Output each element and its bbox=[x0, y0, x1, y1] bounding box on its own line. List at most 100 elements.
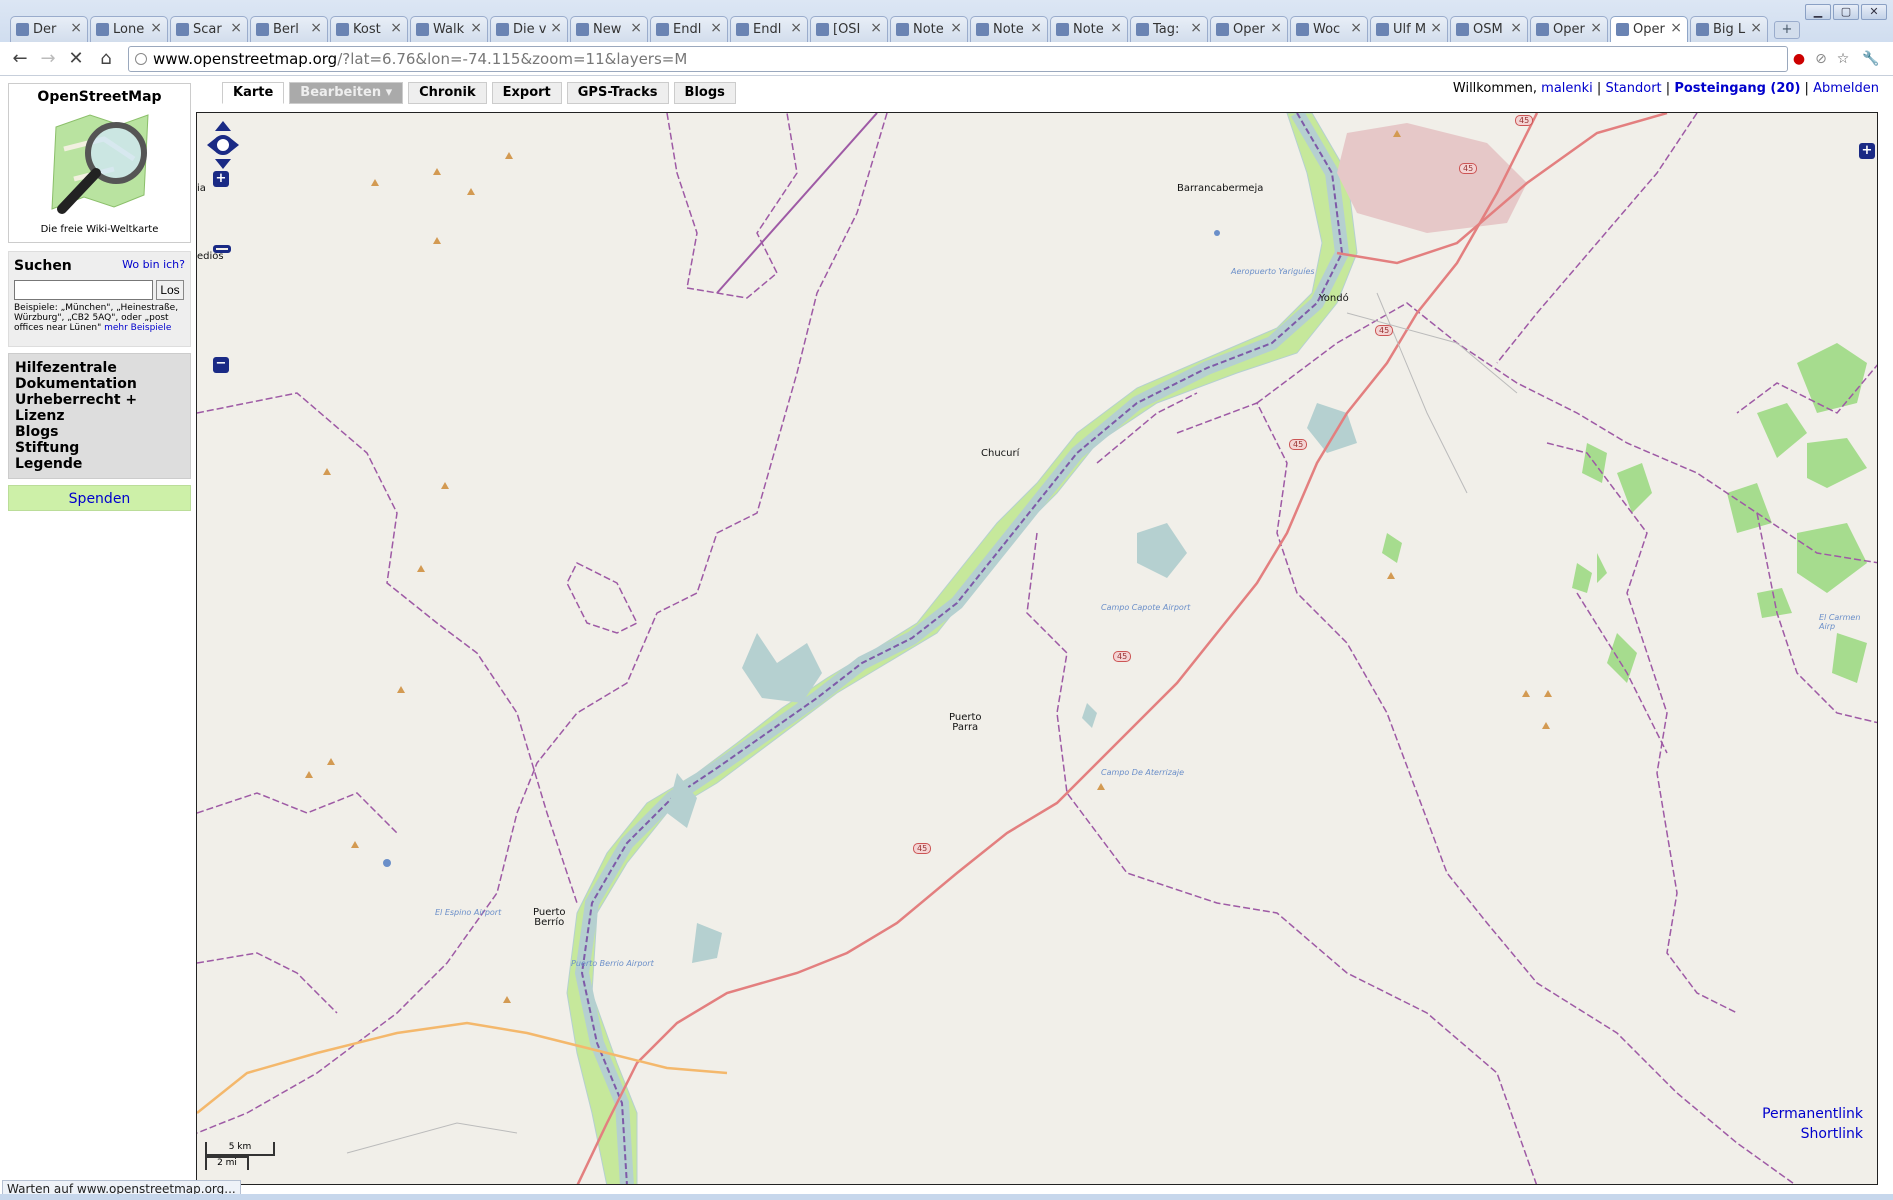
browser-tab[interactable]: Endl × bbox=[650, 16, 728, 42]
browser-tab[interactable]: Note × bbox=[1050, 16, 1128, 42]
tab-close-icon[interactable]: × bbox=[710, 20, 722, 36]
tab-close-icon[interactable]: × bbox=[1110, 20, 1122, 36]
permalink-link[interactable]: Permanentlink bbox=[1762, 1104, 1863, 1124]
shortlink-link[interactable]: Shortlink bbox=[1762, 1124, 1863, 1144]
tab-chronik[interactable]: Chronik bbox=[408, 82, 487, 104]
browser-tab[interactable]: Oper × bbox=[1530, 16, 1608, 42]
tab-close-icon[interactable]: × bbox=[1670, 20, 1682, 36]
sidebar-link[interactable]: Dokumentation bbox=[15, 376, 184, 392]
browser-tab[interactable]: [OSI × bbox=[810, 16, 888, 42]
browser-tab[interactable]: Note × bbox=[970, 16, 1048, 42]
browser-tab[interactable]: Oper × bbox=[1610, 16, 1688, 42]
tab-label: Die v bbox=[513, 22, 547, 37]
logo-subtitle: Die freie Wiki-Weltkarte bbox=[40, 224, 159, 235]
logo-box[interactable]: OpenStreetMap Die freie Wiki-Weltkarte bbox=[8, 83, 191, 243]
welcome-text: Willkommen, bbox=[1452, 81, 1538, 96]
browser-tab[interactable]: Ulf M × bbox=[1370, 16, 1448, 42]
sidebar-link[interactable]: Urheberrecht + Lizenz bbox=[15, 392, 184, 424]
tab-close-icon[interactable]: × bbox=[1270, 20, 1282, 36]
browser-tab[interactable]: Note × bbox=[890, 16, 968, 42]
wrench-icon[interactable]: 🔧 bbox=[1862, 50, 1880, 68]
tab-close-icon[interactable]: × bbox=[390, 20, 402, 36]
inbox-link[interactable]: Posteingang (20) bbox=[1674, 81, 1800, 96]
tab-favicon-icon bbox=[1376, 23, 1389, 36]
tab-blogs[interactable]: Blogs bbox=[673, 82, 736, 104]
tab-close-icon[interactable]: × bbox=[1750, 20, 1762, 36]
back-icon[interactable]: ← bbox=[8, 47, 32, 71]
browser-tab[interactable]: New × bbox=[570, 16, 648, 42]
browser-tab[interactable]: Lone × bbox=[90, 16, 168, 42]
search-button[interactable]: Los bbox=[156, 280, 184, 300]
tab-bearbeiten[interactable]: Bearbeiten ▾ bbox=[289, 82, 404, 104]
browser-tab[interactable]: Walk × bbox=[410, 16, 488, 42]
tab-karte[interactable]: Karte bbox=[222, 82, 285, 104]
airport-espino: El Espino Airport bbox=[435, 908, 502, 917]
zoom-in-icon[interactable]: + bbox=[213, 171, 229, 187]
tab-close-icon[interactable]: × bbox=[1350, 20, 1362, 36]
browser-tab[interactable]: Oper × bbox=[1210, 16, 1288, 42]
place-puerto-berrio-line2: Berrío bbox=[534, 917, 565, 928]
logout-link[interactable]: Abmelden bbox=[1813, 81, 1879, 96]
tab-close-icon[interactable]: × bbox=[470, 20, 482, 36]
tab-close-icon[interactable]: × bbox=[1190, 20, 1202, 36]
browser-tab[interactable]: Der × bbox=[10, 16, 88, 42]
tab-close-icon[interactable]: × bbox=[70, 20, 82, 36]
zoom-slider-icon[interactable] bbox=[213, 245, 231, 253]
sidebar-link[interactable]: Legende bbox=[15, 456, 184, 472]
where-am-i-link[interactable]: Wo bin ich? bbox=[122, 258, 185, 274]
window-controls: ▁ ▢ ✕ bbox=[1805, 4, 1887, 20]
browser-tab[interactable]: Big L × bbox=[1690, 16, 1768, 42]
sidebar-link[interactable]: Blogs bbox=[15, 424, 184, 440]
tab-close-icon[interactable]: × bbox=[870, 20, 882, 36]
sidebar-link[interactable]: Stiftung bbox=[15, 440, 184, 456]
tab-close-icon[interactable]: × bbox=[230, 20, 242, 36]
tab-close-icon[interactable]: × bbox=[150, 20, 162, 36]
tab-close-icon[interactable]: × bbox=[1510, 20, 1522, 36]
tab-label: Note bbox=[1073, 22, 1104, 37]
sidebar-link[interactable]: Hilfezentrale bbox=[15, 360, 184, 376]
tab-close-icon[interactable]: × bbox=[790, 20, 802, 36]
user-link[interactable]: malenki bbox=[1541, 81, 1593, 96]
map-canvas[interactable]: 45 45 45 45 45 45 Barrancabermeja Yondó Chucu… bbox=[196, 112, 1878, 1185]
tab-export[interactable]: Export bbox=[491, 82, 562, 104]
forward-icon[interactable]: → bbox=[36, 47, 60, 71]
tab-gps-tracks[interactable]: GPS-Tracks bbox=[566, 82, 669, 104]
new-tab-button[interactable]: + bbox=[1774, 21, 1800, 39]
tab-close-icon[interactable]: × bbox=[1030, 20, 1042, 36]
tab-favicon-icon bbox=[96, 23, 109, 36]
home-icon[interactable]: ⌂ bbox=[94, 47, 118, 71]
browser-tab[interactable]: Berl × bbox=[250, 16, 328, 42]
bookmark-star-icon[interactable]: ☆ bbox=[1834, 50, 1852, 68]
browser-tab[interactable]: Woc × bbox=[1290, 16, 1368, 42]
browser-tab[interactable]: Endl × bbox=[730, 16, 808, 42]
tab-close-icon[interactable]: × bbox=[310, 20, 322, 36]
browser-tab[interactable]: Scar × bbox=[170, 16, 248, 42]
tab-close-icon[interactable]: × bbox=[950, 20, 962, 36]
maximize-icon[interactable]: ▢ bbox=[1833, 4, 1859, 20]
tab-close-icon[interactable]: × bbox=[1590, 20, 1602, 36]
extension-icon[interactable]: ⊘ bbox=[1812, 50, 1830, 68]
standort-link[interactable]: Standort bbox=[1605, 81, 1661, 96]
separator: | bbox=[1596, 81, 1602, 96]
search-box: Suchen Wo bin ich? Los Beispiele: „Münch… bbox=[8, 251, 191, 347]
search-input[interactable] bbox=[14, 280, 153, 300]
tab-close-icon[interactable]: × bbox=[1430, 20, 1442, 36]
adblock-icon[interactable]: ● bbox=[1790, 50, 1808, 68]
minimize-icon[interactable]: ▁ bbox=[1805, 4, 1831, 20]
airport-yariguies: Aeropuerto Yariguíes bbox=[1231, 267, 1315, 276]
donate-button[interactable]: Spenden bbox=[8, 485, 191, 511]
layer-switcher-icon[interactable]: + bbox=[1859, 143, 1875, 159]
browser-tab[interactable]: Tag: × bbox=[1130, 16, 1208, 42]
tab-close-icon[interactable]: × bbox=[630, 20, 642, 36]
zoom-out-icon[interactable]: − bbox=[213, 357, 229, 373]
road-shield-45: 45 bbox=[1459, 163, 1478, 174]
stop-icon[interactable]: ✕ bbox=[64, 47, 88, 71]
tab-label: OSM bbox=[1473, 22, 1503, 37]
close-icon[interactable]: ✕ bbox=[1861, 4, 1887, 20]
browser-tab[interactable]: Die v × bbox=[490, 16, 568, 42]
address-bar[interactable]: www.openstreetmap.org/?lat=6.76&lon=-74.… bbox=[128, 46, 1788, 72]
more-examples-link[interactable]: mehr Beispiele bbox=[104, 323, 171, 333]
browser-tab[interactable]: Kost × bbox=[330, 16, 408, 42]
tab-close-icon[interactable]: × bbox=[550, 20, 562, 36]
browser-tab[interactable]: OSM × bbox=[1450, 16, 1528, 42]
